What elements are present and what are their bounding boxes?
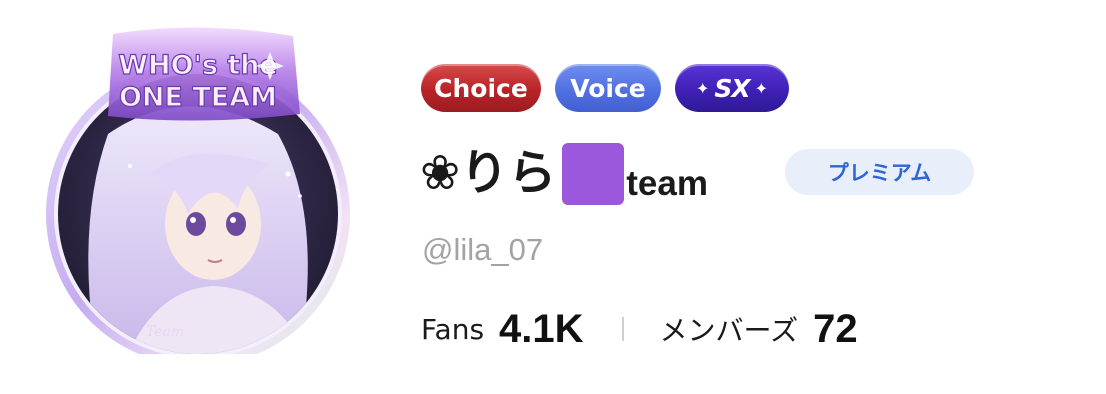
- banner-line2: ONE TEAM: [119, 82, 277, 113]
- avatar-banner: WHO's the ONE TEAM: [108, 27, 300, 121]
- premium-label: プレミアム: [827, 161, 932, 185]
- voice-badge-label: Voice: [570, 73, 646, 103]
- voice-badge[interactable]: Voice: [555, 64, 661, 112]
- sx-badge[interactable]: ✦ SX ✦: [675, 64, 789, 112]
- banner-line1: WHO's the: [118, 50, 278, 81]
- display-name: りら: [460, 145, 557, 201]
- choice-badge-label: Choice: [434, 73, 528, 103]
- flower-icon: ❀: [420, 145, 461, 201]
- avatar-corner-script: Team: [146, 324, 184, 340]
- profile-avatar[interactable]: WHO's the ONE TEAM Team: [38, 24, 358, 354]
- choice-badge[interactable]: Choice: [421, 64, 541, 112]
- stats-divider: [621, 317, 624, 341]
- premium-badge[interactable]: プレミアム: [785, 149, 974, 195]
- purple-square-icon: [562, 143, 625, 205]
- sx-badge-label: SX: [714, 73, 750, 103]
- profile-stats: Fans 4.1K メンバーズ 72: [421, 306, 858, 352]
- members-count[interactable]: 72: [813, 307, 858, 352]
- sparkle-icon: ✦: [695, 78, 710, 98]
- display-name-suffix: team: [626, 164, 708, 203]
- sparkle-icon: ✦: [754, 78, 769, 98]
- badge-row: Choice Voice ✦ SX ✦: [421, 64, 789, 112]
- fans-label[interactable]: Fans: [421, 313, 484, 346]
- profile-name: ❀ りら team: [420, 138, 708, 208]
- fans-count[interactable]: 4.1K: [499, 307, 584, 352]
- avatar-image: WHO's the ONE TEAM Team: [46, 27, 350, 354]
- members-label[interactable]: メンバーズ: [660, 309, 799, 349]
- user-handle: @lila_07: [422, 232, 544, 267]
